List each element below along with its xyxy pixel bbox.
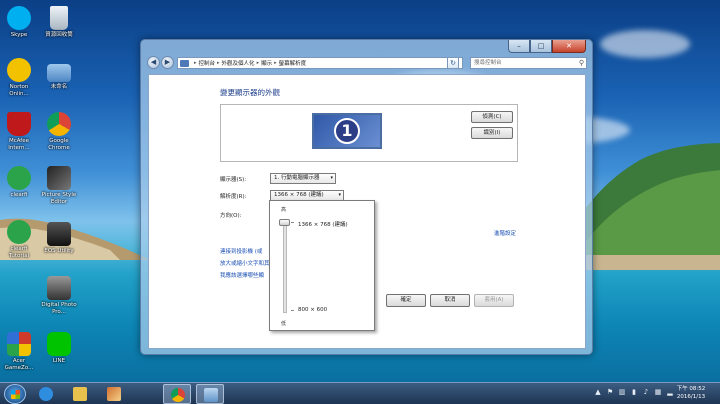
clock-time: 下午 08:52 [676, 386, 706, 392]
monitor-number: 1 [334, 118, 360, 144]
desktop-icon-recycle-bin[interactable]: 資源回收筒 [40, 6, 78, 39]
taskbar-item-paint[interactable] [100, 384, 128, 404]
acer-gamezone-icon [7, 332, 31, 356]
desktop-icon-chrome[interactable]: Google Chrome [40, 112, 78, 151]
file-explorer-icon [73, 387, 87, 401]
desktop-icon-mcafee[interactable]: McAfee Intern... [0, 112, 38, 151]
clearfi-icon [7, 166, 31, 190]
picture-style-editor-icon [47, 166, 71, 190]
digital-photo-professional-icon [47, 276, 71, 300]
desktop-icon-norton[interactable]: Norton Onlin... [0, 58, 38, 97]
action-center-flag-icon[interactable]: ⚑ [606, 388, 614, 397]
breadcrumb-item[interactable]: 螢幕解析度 [279, 59, 307, 67]
refresh-icon: ↻ [450, 59, 456, 67]
input-method-icon[interactable]: ▦ [654, 388, 662, 397]
minimize-button[interactable]: – [508, 40, 530, 53]
show-hidden-icons-icon[interactable]: ▲ [594, 388, 602, 397]
text-size-link[interactable]: 放大或縮小文字和其他 [220, 259, 275, 267]
recycle-bin-icon [50, 6, 68, 30]
desktop-icon-skype[interactable]: Skype [0, 6, 38, 39]
slider-low-label: 低 [281, 321, 287, 327]
search-input[interactable]: 搜尋控制台 ⚲ [470, 57, 587, 69]
control-panel-icon [204, 388, 218, 402]
resolution-slider-thumb[interactable] [279, 219, 290, 226]
desktop-icon-clearfi-tutorial[interactable]: clearfi Tutorial [0, 220, 38, 259]
window-controls: – □ ✕ [508, 40, 586, 54]
desktop-icon-clearfi[interactable]: clearfi [0, 166, 38, 199]
taskbar: ▲ ⚑ ▥ ▮ ♪ ▦ ▂ 下午 08:52 2016/1/13 [0, 382, 720, 404]
desktop-icon-line[interactable]: LINE [40, 332, 78, 365]
battery-icon[interactable]: ▮ [630, 388, 638, 397]
display-select[interactable]: 1. 行動電腦顯示器 ▾ [270, 173, 336, 184]
identify-button[interactable]: 識別(I) [471, 127, 513, 139]
network-icon[interactable]: ▥ [618, 388, 626, 397]
start-button[interactable] [4, 384, 26, 404]
slider-high-label: 高 [281, 207, 287, 213]
paint-icon [107, 387, 121, 401]
desktop-icon-acer-gamezone[interactable]: Acer GameZo... [0, 332, 38, 371]
skype-icon [7, 6, 31, 30]
display-label: 顯示器(S): [220, 177, 247, 183]
cancel-button[interactable]: 取消 [430, 294, 470, 307]
chevron-down-icon: ▾ [338, 192, 341, 198]
control-panel-icon [180, 59, 189, 67]
clearfi-tutorial-icon [7, 220, 31, 244]
system-tray: ▲ ⚑ ▥ ▮ ♪ ▦ ▂ [594, 388, 674, 397]
chrome-icon [47, 112, 71, 136]
clock[interactable]: 下午 08:52 2016/1/13 [668, 385, 714, 401]
maximize-button[interactable]: □ [530, 40, 552, 53]
breadcrumb-item[interactable]: 外觀及個人化 [222, 59, 255, 67]
taskbar-item-control-panel[interactable] [196, 384, 224, 404]
cloud [600, 30, 690, 58]
orientation-label: 方向(O): [220, 213, 242, 219]
desktop-icon-eos-utility[interactable]: EOS Utility [40, 222, 78, 255]
monitor-icon[interactable]: 1 [312, 113, 382, 149]
resolution-option[interactable]: 1366 × 768 (建議) [298, 220, 348, 228]
eos-utility-icon [47, 222, 71, 246]
forward-button[interactable]: ▶ [161, 56, 174, 69]
line-icon [47, 332, 71, 356]
desktop-icon-untitled[interactable]: 未命名 [40, 64, 78, 91]
taskbar-item-file-explorer[interactable] [66, 384, 94, 404]
internet-explorer-icon [39, 387, 53, 401]
resolution-label: 解析度(R): [220, 194, 247, 200]
close-button[interactable]: ✕ [552, 40, 586, 53]
refresh-button[interactable]: ↻ [447, 57, 459, 69]
norton-icon [7, 58, 31, 82]
apply-button[interactable]: 套用(A) [474, 294, 514, 307]
chrome-icon [171, 388, 185, 402]
breadcrumb-item[interactable]: 控制台 [199, 59, 216, 67]
resolution-dropdown: 高 1366 × 768 (建議) 800 × 600 低 [269, 200, 375, 331]
search-icon: ⚲ [578, 59, 584, 67]
advanced-settings-link[interactable]: 進階設定 [494, 229, 516, 237]
projector-link[interactable]: 連接到投影機 (或 [220, 247, 262, 255]
breadcrumb-item[interactable]: 顯示 [261, 59, 272, 67]
windows-logo-icon [11, 390, 20, 399]
breadcrumb[interactable]: ▸ 控制台 ▸ 外觀及個人化 ▸ 顯示 ▸ 螢幕解析度 [177, 57, 463, 69]
page-title: 變更顯示器的外觀 [220, 88, 280, 97]
resolution-slider-track[interactable] [283, 221, 287, 313]
back-button[interactable]: ◀ [147, 56, 160, 69]
volume-icon[interactable]: ♪ [642, 388, 650, 397]
chevron-down-icon: ▾ [330, 175, 333, 181]
ok-button[interactable]: 確定 [386, 294, 426, 307]
desktop-icon-picture-style-editor[interactable]: Picture Style Editor [40, 166, 78, 205]
resolution-option[interactable]: 800 × 600 [298, 307, 327, 313]
display-settings-help-link[interactable]: 我應該選擇哪些顯 [220, 271, 264, 279]
monitor-preview: 1 偵測(C) 識別(I) [220, 104, 518, 162]
desktop-icon-digital-photo-professional[interactable]: Digital Photo Pro... [40, 276, 78, 315]
address-bar: ◀ ▶ ▸ 控制台 ▸ 外觀及個人化 ▸ 顯示 ▸ 螢幕解析度 ↻ 搜尋控制台 … [147, 56, 587, 70]
folder-icon [47, 64, 71, 82]
mcafee-icon [7, 112, 31, 136]
detect-button[interactable]: 偵測(C) [471, 111, 513, 123]
taskbar-item-chrome[interactable] [163, 384, 191, 404]
taskbar-item-internet-explorer[interactable] [32, 384, 60, 404]
clock-date: 2016/1/13 [676, 394, 706, 400]
